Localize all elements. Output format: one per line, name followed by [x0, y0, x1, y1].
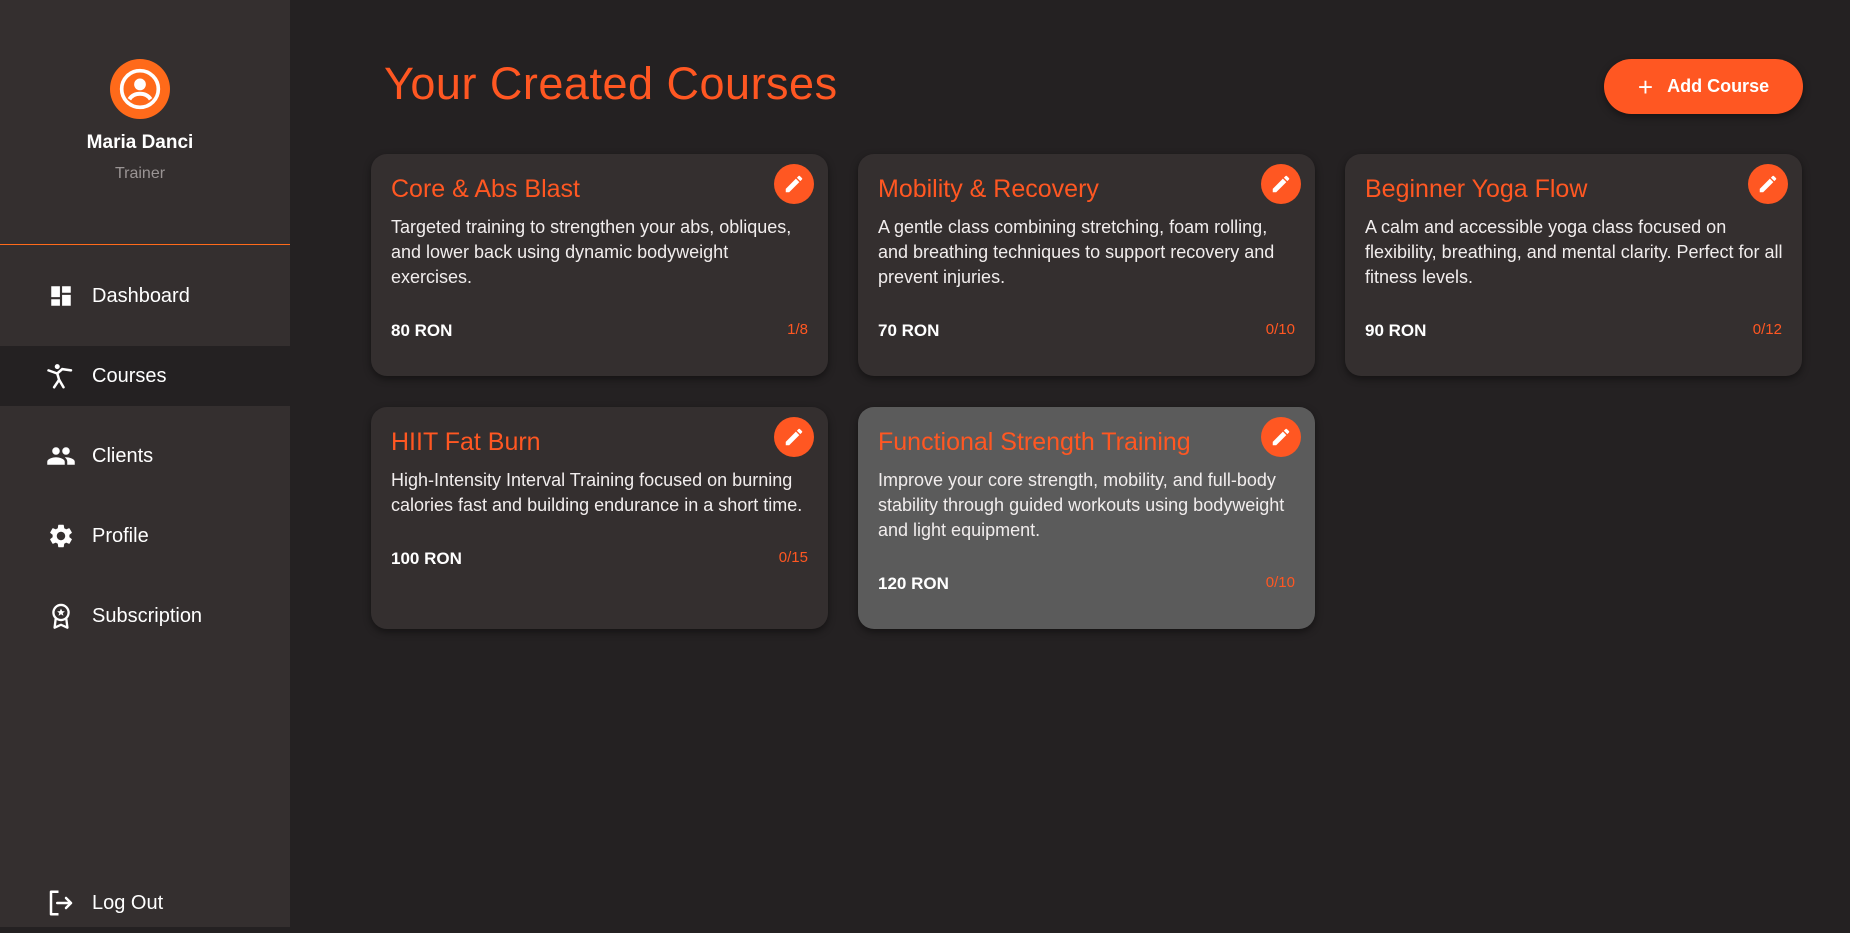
- edit-course-button[interactable]: [1261, 417, 1301, 457]
- course-title: Core & Abs Blast: [391, 175, 580, 203]
- course-footer: 80 RON 1/8: [391, 321, 808, 341]
- pencil-icon: [1759, 175, 1777, 193]
- course-card-hiit-fat-burn[interactable]: HIIT Fat Burn High-Intensity Interval Tr…: [371, 407, 828, 629]
- course-footer: 90 RON 0/12: [1365, 321, 1782, 341]
- course-title: HIIT Fat Burn: [391, 428, 541, 456]
- sidebar-item-dashboard[interactable]: Dashboard: [0, 266, 290, 326]
- people-icon: [46, 441, 76, 471]
- pencil-icon: [785, 175, 803, 193]
- course-card-functional-strength-training[interactable]: Functional Strength Training Improve you…: [858, 407, 1315, 629]
- sidebar: Maria Danci Trainer Dashboard Courses Cl…: [0, 0, 290, 927]
- logout-icon: [46, 888, 76, 918]
- avatar[interactable]: [110, 59, 170, 119]
- course-price: 120 RON: [878, 574, 949, 593]
- course-price: 70 RON: [878, 321, 940, 340]
- course-capacity: 0/15: [778, 549, 808, 566]
- sidebar-item-label: Subscription: [92, 604, 203, 627]
- course-title: Functional Strength Training: [878, 428, 1191, 456]
- course-description: A gentle class combining stretching, foa…: [878, 217, 1275, 287]
- edit-course-button[interactable]: [1748, 164, 1788, 204]
- course-description: Targeted training to strengthen your abs…: [391, 217, 792, 287]
- user-role: Trainer: [114, 165, 166, 182]
- pencil-icon: [1272, 428, 1290, 446]
- sidebar-item-label: Courses: [92, 364, 167, 387]
- account-circle-icon: [119, 68, 161, 110]
- user-profile-block: Maria Danci Trainer: [0, 0, 290, 245]
- edit-course-button[interactable]: [774, 417, 814, 457]
- course-price: 100 RON: [391, 549, 462, 568]
- add-course-button[interactable]: + Add Course: [1604, 59, 1803, 114]
- pencil-icon: [1272, 175, 1290, 193]
- logout-label: Log Out: [92, 891, 164, 914]
- course-title: Mobility & Recovery: [878, 175, 1099, 203]
- logout-button[interactable]: Log Out: [0, 873, 290, 933]
- sidebar-item-clients[interactable]: Clients: [0, 426, 290, 486]
- sidebar-item-courses[interactable]: Courses: [0, 346, 290, 406]
- course-footer: 120 RON 0/10: [878, 574, 1295, 594]
- user-name: Maria Danci: [86, 132, 194, 153]
- course-description: Improve your core strength, mobility, an…: [878, 470, 1285, 540]
- page-title: Your Created Courses: [384, 58, 838, 109]
- plus-icon: +: [1637, 71, 1654, 102]
- add-course-label: Add Course: [1667, 76, 1770, 96]
- sidebar-item-label: Dashboard: [92, 284, 190, 307]
- sidebar-item-subscription[interactable]: Subscription: [0, 586, 290, 646]
- sidebar-item-label: Clients: [92, 444, 154, 467]
- sidebar-item-profile[interactable]: Profile: [0, 506, 290, 566]
- course-footer: 70 RON 0/10: [878, 321, 1295, 341]
- course-capacity: 1/8: [787, 321, 808, 338]
- course-capacity: 0/10: [1265, 574, 1295, 591]
- edit-course-button[interactable]: [774, 164, 814, 204]
- gear-icon: [46, 521, 76, 551]
- course-card-core-abs-blast[interactable]: Core & Abs Blast Targeted training to st…: [371, 154, 828, 376]
- course-card-beginner-yoga-flow[interactable]: Beginner Yoga Flow A calm and accessible…: [1345, 154, 1802, 376]
- course-capacity: 0/12: [1752, 321, 1782, 338]
- course-card-mobility-recovery[interactable]: Mobility & Recovery A gentle class combi…: [858, 154, 1315, 376]
- course-description: A calm and accessible yoga class focused…: [1365, 217, 1783, 287]
- course-price: 90 RON: [1365, 321, 1427, 340]
- martial-arts-icon: [46, 361, 76, 391]
- course-price: 80 RON: [391, 321, 453, 340]
- sidebar-item-label: Profile: [92, 524, 149, 547]
- dashboard-icon: [46, 281, 76, 311]
- edit-course-button[interactable]: [1261, 164, 1301, 204]
- course-title: Beginner Yoga Flow: [1365, 175, 1588, 203]
- course-capacity: 0/10: [1265, 321, 1295, 338]
- pencil-icon: [785, 428, 803, 446]
- course-footer: 100 RON 0/15: [391, 549, 808, 569]
- course-description: High-Intensity Interval Training focused…: [391, 470, 803, 515]
- award-icon: [46, 601, 76, 631]
